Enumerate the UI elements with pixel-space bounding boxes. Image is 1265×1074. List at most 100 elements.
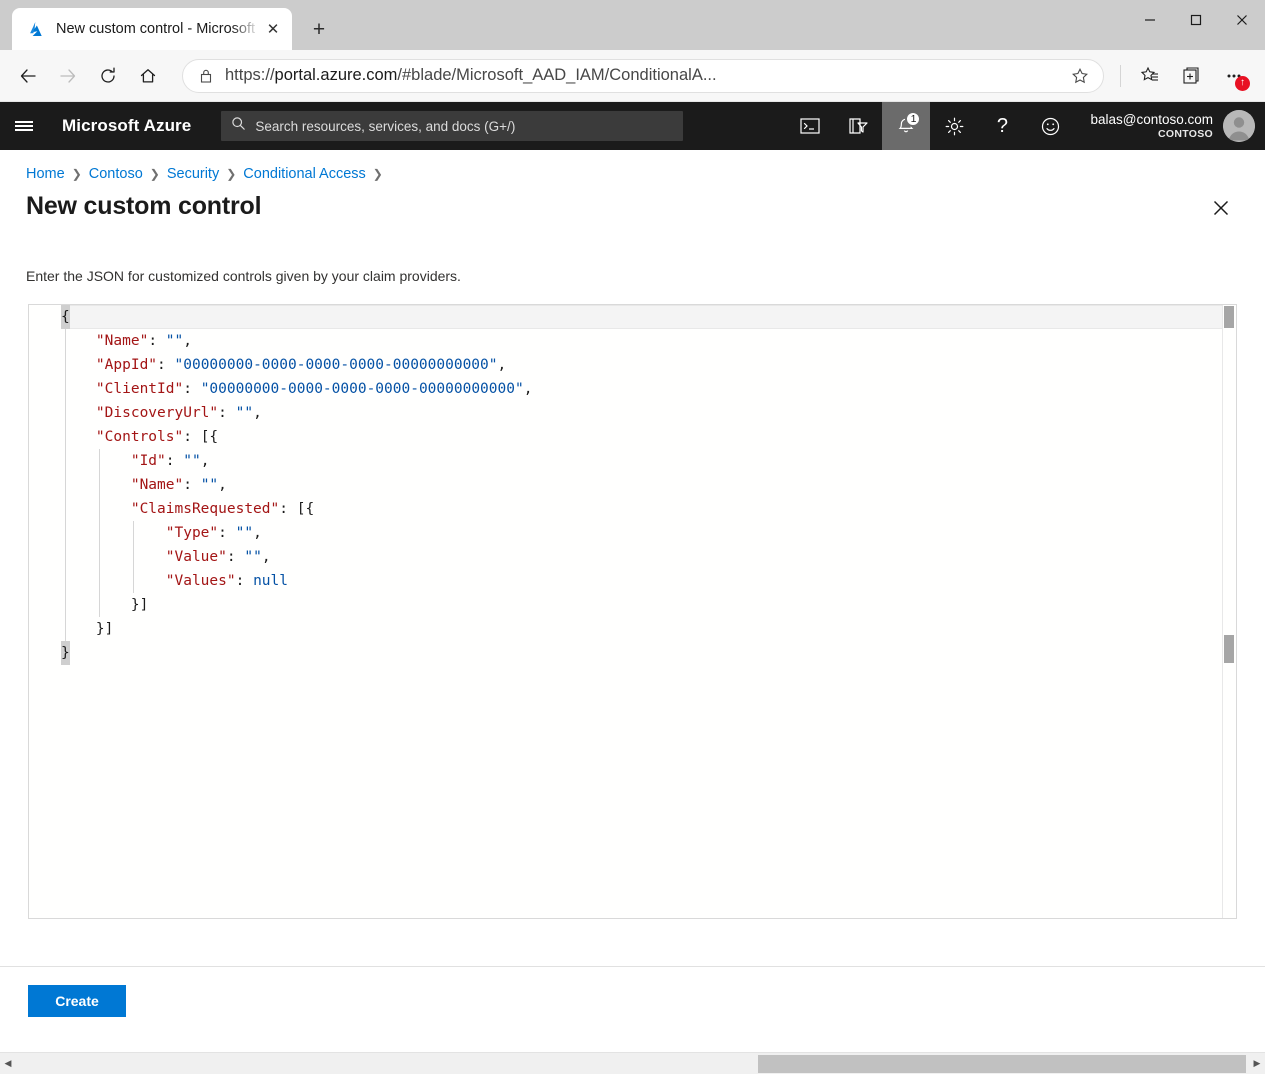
breadcrumb-item-security[interactable]: Security xyxy=(167,166,219,182)
code-token: "DiscoveryUrl" xyxy=(96,405,218,421)
code-line: "AppId": "00000000-0000-0000-0000-000000… xyxy=(61,353,1236,377)
star-icon[interactable] xyxy=(1065,67,1095,85)
help-icon[interactable]: ? xyxy=(978,102,1026,150)
ellipsis-icon[interactable]: ↑ xyxy=(1216,58,1252,94)
maximize-icon[interactable] xyxy=(1173,0,1219,40)
code-token: : xyxy=(166,453,183,469)
breadcrumb-separator: ❯ xyxy=(72,167,82,181)
breadcrumb-separator: ❯ xyxy=(226,167,236,181)
tab-close-icon[interactable]: ✕ xyxy=(260,16,286,42)
toolbar-divider xyxy=(1120,65,1121,87)
browser-window: New custom control - Microsoft ✕ + xyxy=(0,0,1265,1074)
code-token: } xyxy=(61,641,70,665)
code-line: "Name": "", xyxy=(61,329,1236,353)
code-line: "Name": "", xyxy=(61,473,1236,497)
code-token: "ClaimsRequested" xyxy=(131,501,279,517)
code-line: "Id": "", xyxy=(61,449,1236,473)
search-input[interactable]: Search resources, services, and docs (G+… xyxy=(221,111,683,141)
code-line: "Type": "", xyxy=(61,521,1236,545)
code-token: : xyxy=(236,573,253,589)
code-token: "Value" xyxy=(166,549,227,565)
favorites-star-list-icon[interactable] xyxy=(1132,58,1168,94)
new-tab-button[interactable]: + xyxy=(302,12,336,46)
scroll-left-arrow-icon[interactable]: ◀ xyxy=(0,1059,16,1068)
search-icon xyxy=(231,116,246,136)
code-token: , xyxy=(253,525,262,541)
notification-count-badge: 1 xyxy=(905,111,921,127)
code-line: "DiscoveryUrl": "", xyxy=(61,401,1236,425)
help-glyph: ? xyxy=(997,116,1008,136)
address-bar[interactable]: https://portal.azure.com/#blade/Microsof… xyxy=(182,59,1104,93)
code-token: "00000000-0000-0000-0000-00000000000" xyxy=(201,381,524,397)
code-token xyxy=(61,477,131,493)
url-path: /#blade/Microsoft_AAD_IAM/ConditionalA..… xyxy=(397,66,716,84)
code-token xyxy=(61,357,96,373)
code-token xyxy=(61,501,131,517)
browser-navbar: https://portal.azure.com/#blade/Microsof… xyxy=(0,50,1265,102)
notifications-bell-icon[interactable]: 1 xyxy=(882,102,930,150)
code-token: , xyxy=(201,453,210,469)
code-token: : xyxy=(157,357,174,373)
browser-titlebar: New custom control - Microsoft ✕ + xyxy=(0,0,1265,50)
blade-close-icon[interactable] xyxy=(1205,192,1237,224)
code-line: "ClaimsRequested": [{ xyxy=(61,497,1236,521)
code-token: "AppId" xyxy=(96,357,157,373)
code-token: "ClientId" xyxy=(96,381,183,397)
scroll-right-arrow-icon[interactable]: ▶ xyxy=(1249,1059,1265,1068)
code-token: "" xyxy=(183,453,200,469)
code-line: }] xyxy=(61,617,1236,641)
breadcrumb-item-contoso[interactable]: Contoso xyxy=(89,166,143,182)
feedback-smiley-icon[interactable] xyxy=(1026,102,1074,150)
code-token: }] xyxy=(61,597,148,613)
account-menu[interactable]: balas@contoso.com CONTOSO xyxy=(1074,102,1265,150)
scrollbar-thumb[interactable] xyxy=(758,1055,1246,1073)
code-token: : xyxy=(148,333,165,349)
breadcrumb-item-conditional-access[interactable]: Conditional Access xyxy=(243,166,366,182)
code-token xyxy=(61,381,96,397)
browser-tab[interactable]: New custom control - Microsoft ✕ xyxy=(12,8,292,50)
code-token: "Name" xyxy=(96,333,148,349)
json-editor[interactable]: { "Name": "", "AppId": "00000000-0000-00… xyxy=(28,304,1237,919)
breadcrumb-item-home[interactable]: Home xyxy=(26,166,65,182)
azure-brand[interactable]: Microsoft Azure xyxy=(62,116,191,136)
back-arrow-icon[interactable] xyxy=(10,58,46,94)
hamburger-icon[interactable] xyxy=(0,102,48,150)
scrollbar-marker[interactable] xyxy=(1224,635,1234,663)
close-icon[interactable] xyxy=(1219,0,1265,40)
window-controls xyxy=(1127,0,1265,40)
code-token: , xyxy=(498,357,507,373)
json-code[interactable]: { "Name": "", "AppId": "00000000-0000-00… xyxy=(61,305,1236,665)
home-icon[interactable] xyxy=(130,58,166,94)
code-token: "Values" xyxy=(166,573,236,589)
code-token: null xyxy=(253,573,288,589)
collections-icon[interactable] xyxy=(1174,58,1210,94)
azure-top-bar: Microsoft Azure Search resources, servic… xyxy=(0,102,1265,150)
search-placeholder: Search resources, services, and docs (G+… xyxy=(255,119,515,134)
settings-gear-icon[interactable] xyxy=(930,102,978,150)
minimize-icon[interactable] xyxy=(1127,0,1173,40)
editor-vertical-scrollbar[interactable] xyxy=(1222,305,1236,918)
refresh-icon[interactable] xyxy=(90,58,126,94)
editor-content[interactable]: { "Name": "", "AppId": "00000000-0000-00… xyxy=(61,305,1236,918)
directories-subscriptions-icon[interactable] xyxy=(834,102,882,150)
code-line: "Controls": [{ xyxy=(61,425,1236,449)
code-token: , xyxy=(183,333,192,349)
page-horizontal-scrollbar[interactable]: ◀ ▶ xyxy=(0,1052,1265,1074)
code-token: "Id" xyxy=(131,453,166,469)
code-token xyxy=(61,525,166,541)
cloud-shell-icon[interactable] xyxy=(786,102,834,150)
code-token: , xyxy=(262,549,271,565)
update-badge-icon: ↑ xyxy=(1235,76,1250,91)
scrollbar-thumb[interactable] xyxy=(1224,306,1234,328)
url-host: portal.azure.com xyxy=(275,66,398,84)
code-token: "" xyxy=(236,525,253,541)
create-button[interactable]: Create xyxy=(28,985,126,1017)
blade-new-custom-control: Home ❯ Contoso ❯ Security ❯ Conditional … xyxy=(0,150,1265,1052)
code-token: "" xyxy=(201,477,218,493)
code-token: "Controls" xyxy=(96,429,183,445)
scrollbar-track[interactable] xyxy=(16,1053,1249,1074)
code-token: : [{ xyxy=(279,501,314,517)
code-token: "" xyxy=(244,549,261,565)
blade-header: New custom control xyxy=(0,182,1265,224)
code-token: , xyxy=(218,477,227,493)
